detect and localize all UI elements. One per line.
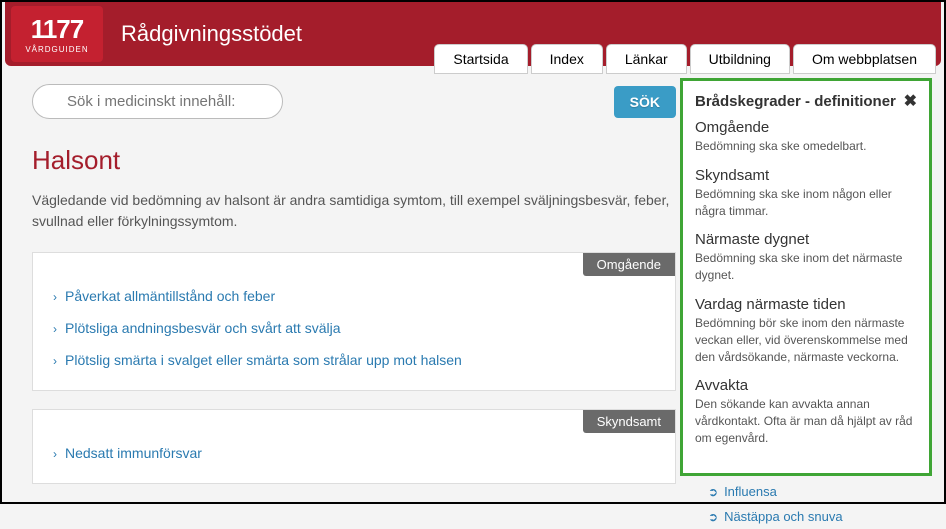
- chevron-right-icon: ›: [53, 322, 57, 336]
- page-lead: Vägledande vid bedömning av halsont är a…: [32, 190, 676, 232]
- sidebar: Brådskegrader - definitioner ✖ Omgående B…: [694, 84, 934, 529]
- definitions-popup: Brådskegrader - definitioner ✖ Omgående B…: [680, 78, 932, 476]
- link-label: Nästäppa och snuva: [724, 509, 843, 524]
- logo-sub: VÅRDGUIDEN: [25, 45, 88, 54]
- def-desc: Bedömning bör ske inom den närmaste veck…: [695, 315, 917, 365]
- def-desc: Bedömning ska ske omedelbart.: [695, 138, 917, 155]
- badge-omgaende: Omgående: [583, 253, 675, 276]
- def-term: Omgående: [695, 119, 917, 136]
- related-link[interactable]: ➲ Nästäppa och snuva: [708, 504, 934, 529]
- badge-skyndsamt: Skyndsamt: [583, 410, 675, 433]
- item-label: Nedsatt immunförsvar: [65, 445, 202, 461]
- nav-tabs: Startsida Index Länkar Utbildning Om web…: [434, 44, 936, 74]
- chevron-right-icon: ›: [53, 447, 57, 461]
- tab-om-webbplatsen[interactable]: Om webbplatsen: [793, 44, 936, 74]
- def-term: Avvakta: [695, 377, 917, 394]
- def-term: Skyndsamt: [695, 167, 917, 184]
- logo-number: 1177: [31, 14, 83, 45]
- def-desc: Bedömning ska ske inom det närmaste dygn…: [695, 250, 917, 284]
- list-item[interactable]: › Plötsliga andningsbesvär och svårt att …: [53, 312, 655, 344]
- tab-lankar[interactable]: Länkar: [606, 44, 687, 74]
- search-bar: SÖK: [32, 84, 676, 119]
- item-label: Plötsliga andningsbesvär och svårt att s…: [65, 320, 340, 336]
- tab-startsida[interactable]: Startsida: [434, 44, 527, 74]
- logo: 1177 VÅRDGUIDEN: [11, 6, 103, 62]
- link-icon: ➲: [708, 485, 718, 499]
- section-skyndsamt: Skyndsamt › Nedsatt immunförsvar: [32, 409, 676, 484]
- search-input[interactable]: [32, 84, 283, 119]
- section-omgaende: Omgående › Påverkat allmäntillstånd och f…: [32, 252, 676, 391]
- search-button[interactable]: SÖK: [614, 86, 676, 118]
- list-item[interactable]: › Plötslig smärta i svalget eller smärta …: [53, 344, 655, 376]
- link-icon: ➲: [708, 510, 718, 524]
- def-desc: Bedömning ska ske inom någon eller några…: [695, 186, 917, 220]
- popup-title: Brådskegrader - definitioner: [695, 93, 896, 110]
- tab-utbildning[interactable]: Utbildning: [690, 44, 790, 74]
- chevron-right-icon: ›: [53, 354, 57, 368]
- related-link[interactable]: ➲ Influensa: [708, 479, 934, 504]
- link-label: Influensa: [724, 484, 777, 499]
- tab-index[interactable]: Index: [531, 44, 603, 74]
- app-title: Rådgivningsstödet: [121, 21, 302, 47]
- main-content: SÖK Halsont Vägledande vid bedömning av …: [32, 84, 676, 529]
- def-desc: Den sökande kan avvakta annan vårdkontak…: [695, 396, 917, 446]
- item-label: Plötslig smärta i svalget eller smärta s…: [65, 352, 462, 368]
- def-term: Närmaste dygnet: [695, 231, 917, 248]
- item-label: Påverkat allmäntillstånd och feber: [65, 288, 275, 304]
- close-icon[interactable]: ✖: [904, 91, 917, 111]
- chevron-right-icon: ›: [53, 290, 57, 304]
- page-title: Halsont: [32, 145, 676, 176]
- list-item[interactable]: › Nedsatt immunförsvar: [53, 437, 655, 469]
- def-term: Vardag närmaste tiden: [695, 296, 917, 313]
- list-item[interactable]: › Påverkat allmäntillstånd och feber: [53, 280, 655, 312]
